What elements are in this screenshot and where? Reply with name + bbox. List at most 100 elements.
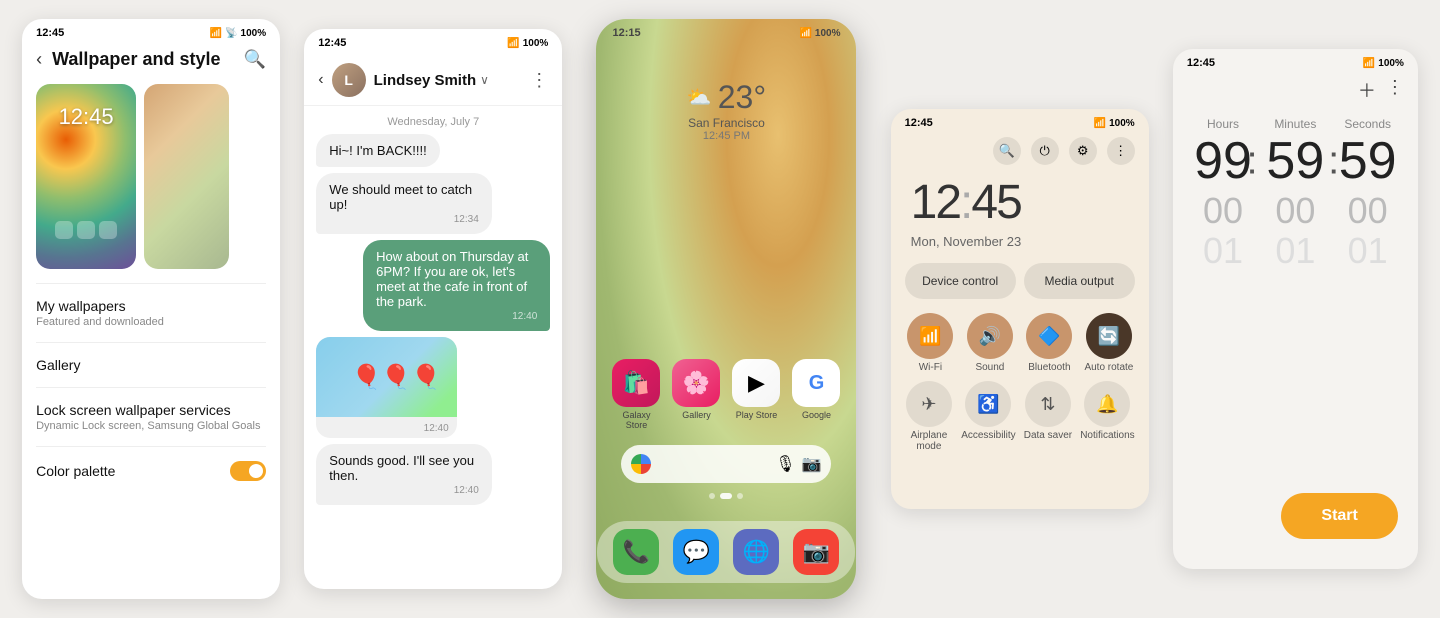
wifi-icon: 📶 — [799, 28, 811, 39]
back-button[interactable]: ‹ — [318, 71, 323, 89]
qs-tile-autorotate[interactable]: 🔄 Auto rotate — [1083, 313, 1135, 373]
more-options-icon[interactable]: ⋮ — [1386, 77, 1404, 103]
app-gallery[interactable]: 🌸 Gallery — [670, 359, 722, 430]
qs-clock: 12:45 — [891, 169, 1149, 234]
qs-tiles-row1: 📶 Wi-Fi 🔊 Sound 🔷 Bluetooth 🔄 Auto rotat… — [891, 309, 1149, 381]
dock-phone[interactable]: 📞 — [613, 529, 659, 575]
menu-lock-screen[interactable]: Lock screen wallpaper services Dynamic L… — [22, 388, 280, 446]
weather-time: 12:45 PM — [687, 130, 766, 142]
message-body: Hi~! I'm BACK!!!! We should meet to catc… — [304, 134, 562, 589]
wallpaper-preview-1[interactable]: 12:45 — [36, 84, 136, 269]
seconds-label: Seconds — [1332, 117, 1404, 131]
datasaver-icon: ⇅ — [1025, 381, 1071, 427]
messaging-statusbar: 12:45 📶 100% — [304, 29, 562, 53]
media-output-button[interactable]: Media output — [1024, 263, 1135, 299]
statusbar-icons: 📶 100% — [1363, 57, 1404, 69]
color-palette-toggle[interactable] — [230, 461, 266, 481]
power-icon[interactable]: ⏻ — [1031, 137, 1059, 165]
contact-name: Lindsey Smith — [374, 72, 477, 89]
timer-main-display: : : 99 59 59 — [1173, 131, 1418, 191]
image-placeholder: 🎈🎈🎈 — [316, 337, 456, 417]
preview-clock: 12:45 — [59, 104, 114, 130]
image-message-bubble: 🎈🎈🎈 12:40 — [316, 337, 456, 438]
message-bubble-3: How about on Thursday at 6PM? If you are… — [363, 240, 550, 331]
weather-temp: 23° — [718, 79, 766, 116]
qs-tile-datasaver[interactable]: ⇅ Data saver — [1024, 381, 1073, 452]
panel-quick-settings: 12:45 📶 100% 🔍 ⏻ ⚙ ⋮ 12:45 Mon, November… — [891, 109, 1149, 509]
search-icon[interactable]: 🔍 — [244, 49, 266, 70]
search-mic-icon[interactable]: 🎙 — [775, 454, 795, 474]
google-label: Google — [802, 410, 831, 420]
notifications-icon: 🔔 — [1084, 381, 1130, 427]
weather-widget: ⛅ 23° San Francisco 12:45 PM — [687, 79, 766, 142]
device-control-button[interactable]: Device control — [905, 263, 1016, 299]
statusbar-time: 12:45 — [36, 27, 64, 39]
dock-camera[interactable]: 📷 — [793, 529, 839, 575]
wifi-icon: 📶 — [1094, 118, 1106, 129]
message-bubble-5: Sounds good. I'll see you then. 12:40 — [316, 444, 492, 505]
statusbar-icons: 📶 📡 100% — [210, 28, 266, 39]
contact-name-row[interactable]: Lindsey Smith ∨ — [374, 72, 523, 89]
device-media-controls: Device control Media output — [891, 259, 1149, 309]
panel-home: 12:15 📶 100% ⛅ 23° San Francisco 12:45 P… — [596, 19, 856, 599]
statusbar-time: 12:45 — [1187, 57, 1215, 69]
gallery-label: Gallery — [682, 410, 711, 420]
dock-browser[interactable]: 🌐 — [733, 529, 779, 575]
balloon-emoji: 🎈🎈🎈 — [351, 363, 441, 392]
battery-text: 100% — [241, 28, 267, 39]
qs-tile-notifications[interactable]: 🔔 Notifications — [1080, 381, 1134, 452]
timer-sub-hours: 00 — [1187, 193, 1259, 229]
message-date: Wednesday, July 7 — [304, 106, 562, 134]
qs-date: Mon, November 23 — [891, 234, 1149, 259]
statusbar-time: 12:45 — [318, 37, 346, 49]
play-store-icon: ▶ — [732, 359, 780, 407]
dock-messages[interactable]: 💬 — [673, 529, 719, 575]
app-galaxy-store[interactable]: 🛍️ Galaxy Store — [610, 359, 662, 430]
statusbar-time: 12:45 — [905, 117, 933, 129]
statusbar-time: 12:15 — [612, 27, 640, 39]
menu-my-wallpapers[interactable]: My wallpapers Featured and downloaded — [22, 284, 280, 342]
search-lens-icon[interactable]: 📷 — [802, 454, 822, 474]
panel-timer: 12:45 📶 100% ＋ ⋮ Hours Minutes Seconds :… — [1173, 49, 1418, 569]
statusbar-icons: 📶 100% — [799, 27, 840, 39]
menu-gallery[interactable]: Gallery — [22, 343, 280, 387]
app-play-store[interactable]: ▶ Play Store — [730, 359, 782, 430]
message-bubble-2: We should meet to catch up! 12:34 — [316, 173, 492, 234]
qs-tile-wifi[interactable]: 📶 Wi-Fi — [905, 313, 957, 373]
qs-tile-sound[interactable]: 🔊 Sound — [964, 313, 1016, 373]
weather-icon: ⛅ — [687, 85, 712, 110]
timer-subsub-seconds: 01 — [1332, 233, 1404, 269]
message-bubble-1: Hi~! I'm BACK!!!! — [316, 134, 439, 167]
dot-1 — [709, 493, 715, 499]
timer-subsub-minutes: 01 — [1259, 233, 1331, 269]
add-timer-icon[interactable]: ＋ — [1358, 77, 1376, 103]
battery-text: 100% — [1109, 118, 1135, 129]
panel-messaging: 12:45 📶 100% ‹ L Lindsey Smith ∨ ⋮ Wedne… — [304, 29, 562, 589]
wallpaper-preview-2[interactable] — [144, 84, 229, 269]
more-icon[interactable]: ⋮ — [1107, 137, 1135, 165]
timer-colon-1: : — [1247, 139, 1258, 184]
google-search-bar[interactable]: 🎙 📷 — [621, 445, 831, 483]
contact-avatar: L — [332, 63, 366, 97]
google-icon: G — [792, 359, 840, 407]
home-statusbar: 12:15 📶 100% — [596, 19, 856, 43]
qs-tile-airplane[interactable]: ✈ Airplane mode — [905, 381, 954, 452]
qs-tile-accessibility[interactable]: ♿ Accessibility — [961, 381, 1015, 452]
qs-tile-bluetooth[interactable]: 🔷 Bluetooth — [1024, 313, 1076, 373]
timer-subsub-hours: 01 — [1187, 233, 1259, 269]
menu-color-palette[interactable]: Color palette — [22, 447, 280, 495]
play-store-label: Play Store — [736, 410, 778, 420]
airplane-icon: ✈ — [906, 381, 952, 427]
timer-subsub-display: 01 01 01 — [1173, 231, 1418, 271]
gallery-icon: 🌸 — [672, 359, 720, 407]
more-options-icon[interactable]: ⋮ — [530, 70, 548, 91]
search-icon[interactable]: 🔍 — [993, 137, 1021, 165]
settings-icon[interactable]: ⚙ — [1069, 137, 1097, 165]
app-google[interactable]: G Google — [790, 359, 842, 430]
wallpaper-previews: 12:45 — [22, 80, 280, 283]
sound-icon: 🔊 — [967, 313, 1013, 359]
timer-sub-seconds: 00 — [1332, 193, 1404, 229]
back-button[interactable]: ‹ — [36, 49, 42, 70]
start-button[interactable]: Start — [1281, 493, 1397, 539]
minutes-label: Minutes — [1259, 117, 1331, 131]
